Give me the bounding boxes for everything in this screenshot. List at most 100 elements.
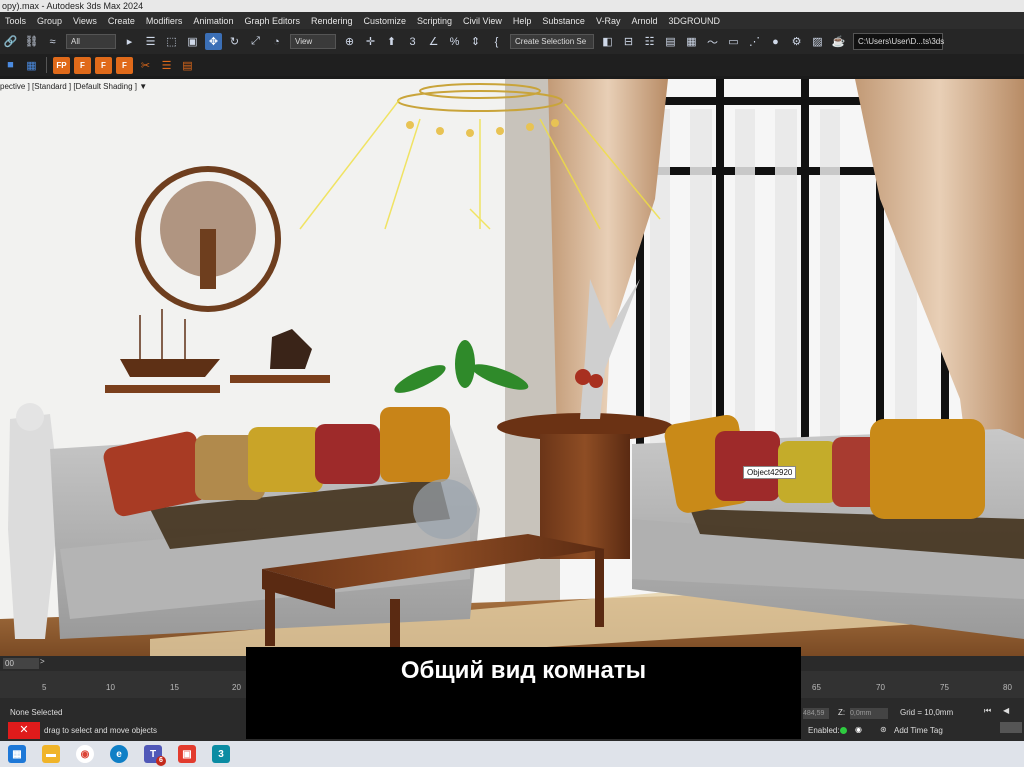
snaps-toggle-icon[interactable]: 3 [404,33,421,50]
window-title: opy).max - Autodesk 3ds Max 2024 [2,1,144,11]
time-next-icon[interactable]: > [40,657,45,666]
menu-substance[interactable]: Substance [542,16,591,26]
secondary-toolbar: ■ ▦ FP F F F ✂ ☰ ▤ [0,54,1024,76]
menu-tools[interactable]: Tools [5,16,32,26]
curve-editor-icon[interactable]: 〜 [704,33,721,50]
list-icon[interactable]: ☰ [158,57,175,74]
window-crossing-icon[interactable]: ▣ [184,33,201,50]
angle-snap-icon[interactable]: ∠ [425,33,442,50]
frame-counter[interactable]: 00 [3,658,39,669]
pivot-icon[interactable]: ⊕ [341,33,358,50]
close-icon[interactable]: ✕ [8,722,40,739]
keyboard-shortcut-icon[interactable]: ⬆ [383,33,400,50]
time-config-icon[interactable]: ◉ [855,725,862,734]
f-button-2[interactable]: F [95,56,112,74]
3dsmax-icon[interactable]: 3 [212,745,230,763]
menu-bar: Tools Group Views Create Modifiers Anima… [0,12,1024,29]
enabled-indicator[interactable] [840,727,847,734]
chrome-icon[interactable]: ◉ [76,745,94,763]
perspective-viewport[interactable]: pective ] [Standard ] [Default Shading ]… [0,79,1024,656]
scale-icon[interactable]: ⤢ [247,33,264,50]
teams-icon[interactable]: T6 [144,745,166,766]
tools-icon[interactable]: ✂ [137,57,154,74]
fp-button[interactable]: FP [53,56,70,74]
goto-start-icon[interactable]: ⏮ [984,706,991,716]
viewport-filter-icon[interactable]: ▼ [139,82,147,91]
edge-icon[interactable]: e [110,745,128,763]
file-explorer-icon[interactable]: ▬ [42,745,60,763]
menu-vray[interactable]: V-Ray [596,16,627,26]
title-bar: opy).max - Autodesk 3ds Max 2024 [0,0,1024,12]
enabled-label: Enabled: [808,726,840,735]
schematic-view-icon[interactable]: ⋰ [746,33,763,50]
grid-icon[interactable]: ▦ [23,57,40,74]
add-time-tag[interactable]: Add Time Tag [894,726,943,735]
bind-spacewarp-icon[interactable]: ≈ [44,33,61,50]
notification-badge: 6 [156,756,166,766]
tick-label: 75 [940,683,949,692]
project-path-field[interactable]: C:\Users\User\D...ts\3ds [853,33,944,50]
menu-views[interactable]: Views [73,16,103,26]
placement-icon[interactable]: ◔ [268,33,285,50]
selection-status: None Selected [10,708,63,717]
menu-help[interactable]: Help [513,16,538,26]
menu-arnold[interactable]: Arnold [631,16,663,26]
select-object-icon[interactable]: ▸ [121,33,138,50]
menu-modifiers[interactable]: Modifiers [146,16,189,26]
prompt-text: drag to select and move objects [44,726,157,735]
menu-create[interactable]: Create [108,16,141,26]
dope-sheet-icon[interactable]: ▭ [725,33,742,50]
selection-filter-dropdown[interactable]: All [66,34,116,49]
tick-label: 80 [1003,683,1012,692]
app-icon[interactable]: ▣ [178,745,196,763]
select-by-name-icon[interactable]: ☰ [142,33,159,50]
tick-label: 10 [106,683,115,692]
spinner-snap-icon[interactable]: ⇕ [467,33,484,50]
link-icon[interactable]: 🔗 [2,33,19,50]
settings-icon[interactable]: ▤ [179,57,196,74]
layer-explorer-icon[interactable]: ▤ [662,33,679,50]
unlink-icon[interactable]: ⛓ [23,33,40,50]
menu-group[interactable]: Group [37,16,68,26]
rect-selection-icon[interactable]: ⬚ [163,33,180,50]
slide-caption: Общий вид комнаты [246,647,801,739]
time-tag-icon[interactable]: ⊛ [880,725,887,734]
z-coordinate-field[interactable]: 0,0mm [850,708,888,719]
taskbar: ▦ ▬ ◉ e T6 ▣ 3 [0,741,1024,767]
object-tooltip: Object42920 [743,466,797,479]
align-icon[interactable]: ⊟ [620,33,637,50]
prev-frame-icon[interactable]: ◀ [1003,706,1009,715]
mirror-icon[interactable]: ◧ [599,33,616,50]
scene-explorer-icon[interactable]: ☷ [641,33,658,50]
viewport-label[interactable]: pective ] [Standard ] [Default Shading ]… [0,79,260,95]
select-manipulate-icon[interactable]: ✛ [362,33,379,50]
render-setup-icon[interactable]: ⚙ [788,33,805,50]
rotate-icon[interactable]: ↻ [226,33,243,50]
f-button-1[interactable]: F [74,56,91,74]
f-button-3[interactable]: F [116,56,133,74]
edit-named-selection-icon[interactable]: { [488,33,505,50]
z-label: Z: [838,708,846,717]
material-editor-icon[interactable]: ● [767,33,784,50]
layers-icon[interactable]: ■ [2,57,19,74]
move-icon[interactable]: ✥ [205,33,222,50]
menu-rendering[interactable]: Rendering [311,16,359,26]
menu-3dground[interactable]: 3DGROUND [668,16,726,26]
menu-customize[interactable]: Customize [364,16,413,26]
percent-snap-icon[interactable]: % [446,33,463,50]
x-coordinate-field[interactable]: 484,59 [803,708,829,719]
reference-coord-dropdown[interactable]: View [290,34,336,49]
ribbon-icon[interactable]: ▦ [683,33,700,50]
desktop-icon[interactable]: ▦ [8,745,26,763]
menu-graph-editors[interactable]: Graph Editors [244,16,306,26]
render-icon[interactable]: ☕ [830,33,847,50]
tick-label: 15 [170,683,179,692]
menu-scripting[interactable]: Scripting [417,16,458,26]
menu-animation[interactable]: Animation [193,16,239,26]
tick-label: 70 [876,683,885,692]
menu-civil-view[interactable]: Civil View [463,16,508,26]
named-selection-dropdown[interactable]: Create Selection Se [510,34,594,49]
rendered-frame-icon[interactable]: ▨ [809,33,826,50]
main-toolbar: 🔗 ⛓ ≈ All ▸ ☰ ⬚ ▣ ✥ ↻ ⤢ ◔ View ⊕ ✛ ⬆ 3 ∠… [0,29,1024,54]
frame-spinner[interactable] [1000,722,1022,733]
